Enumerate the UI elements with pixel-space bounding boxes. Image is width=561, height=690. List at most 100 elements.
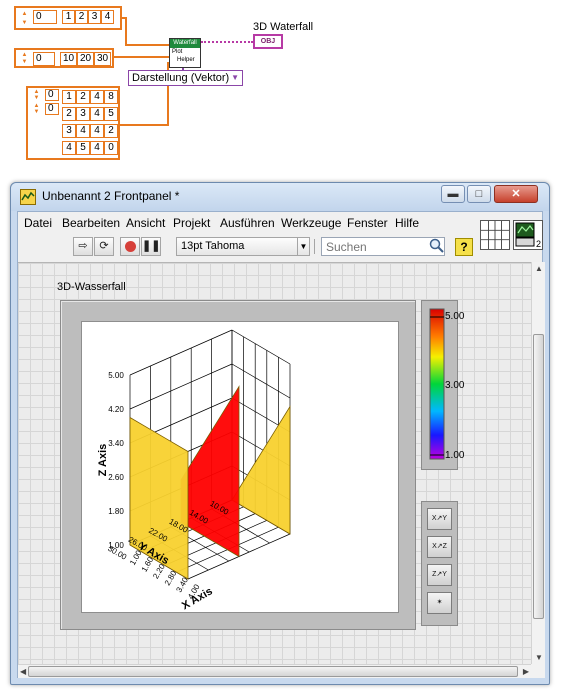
object-wire[interactable] [201, 41, 253, 43]
matrix-cell[interactable]: 0 [104, 141, 118, 155]
matrix-cell[interactable]: 2 [62, 107, 76, 121]
vertical-scrollbar[interactable]: ▲ ▼ [531, 262, 545, 664]
run-button[interactable]: ⇨ [73, 237, 93, 256]
window-title: Unbenannt 2 Frontpanel * [42, 189, 180, 203]
matrix-cell[interactable]: 4 [90, 124, 104, 138]
title-bar[interactable]: Unbenannt 2 Frontpanel * ▬ □ ✕ [11, 183, 549, 211]
matrix-cell[interactable]: 4 [90, 107, 104, 121]
vi-icon[interactable]: 2 [513, 220, 543, 250]
default-view-button[interactable]: ✶ [427, 592, 452, 614]
array-element[interactable]: 30 [94, 52, 111, 66]
plot-area[interactable]: 1.00 1.60 2.20 2.80 3.40 4.00 10.00 14.00 18.00 2… [81, 321, 399, 613]
array-index-spinner[interactable]: ▲ ▼ [30, 89, 43, 101]
matrix-cell[interactable]: 8 [104, 90, 118, 104]
context-help-button[interactable]: ? [455, 238, 473, 256]
dropdown-arrow-icon[interactable]: ▼ [231, 71, 239, 85]
scroll-down-icon[interactable]: ▼ [535, 653, 543, 662]
matrix-cell[interactable]: 5 [104, 107, 118, 121]
graph-label: 3D-Wasserfall [57, 281, 126, 293]
z-tick-label: 5.00 [108, 371, 124, 380]
array-element[interactable]: 4 [101, 10, 114, 24]
array-element[interactable]: 20 [77, 52, 94, 66]
menu-hilfe[interactable]: Hilfe [395, 216, 419, 230]
wire[interactable] [125, 44, 169, 46]
array-element[interactable]: 3 [88, 10, 101, 24]
array-index-value[interactable]: 0 [33, 10, 57, 24]
wire[interactable] [114, 56, 169, 58]
menu-ansicht[interactable]: Ansicht [126, 216, 165, 230]
menu-werkzeuge[interactable]: Werkzeuge [281, 216, 341, 230]
array-index-spinner[interactable]: ▲ ▼ [30, 103, 43, 115]
waterfall-plot[interactable]: 1.001.602.202.803.404.0010.0014.0018.002… [82, 322, 400, 614]
object-indicator-terminal[interactable]: OBJ [253, 34, 283, 49]
waterfall-graph-frame[interactable]: 1.00 1.60 2.20 2.80 3.40 4.00 10.00 14.00 18.00 2… [60, 300, 416, 630]
menu-projekt[interactable]: Projekt [173, 216, 210, 230]
maximize-button[interactable]: □ [467, 185, 491, 203]
scroll-right-icon[interactable]: ▶ [523, 667, 529, 676]
gridline [129, 329, 233, 376]
matrix-cell[interactable]: 5 [76, 141, 90, 155]
matrix-cell[interactable]: 2 [76, 90, 90, 104]
menu-bar: Datei Bearbeiten Ansicht Projekt Ausführ… [18, 212, 476, 234]
connector-count: 2 [535, 239, 541, 249]
array-element[interactable]: 10 [60, 52, 77, 66]
xy-plane-view-button[interactable]: X↗Y [427, 508, 452, 530]
help-icon: ? [460, 240, 468, 254]
matrix-cell[interactable]: 2 [104, 124, 118, 138]
matrix-cell[interactable]: 4 [90, 141, 104, 155]
array-column-index[interactable]: 0 [45, 103, 59, 115]
minimize-button[interactable]: ▬ [441, 185, 465, 203]
menu-bearbeiten[interactable]: Bearbeiten [62, 216, 120, 230]
connector-pane[interactable] [480, 220, 510, 250]
menu-datei[interactable]: Datei [24, 216, 52, 230]
menu-fenster[interactable]: Fenster [347, 216, 388, 230]
toolbar: ⇨ ⟳ ❚❚ 13pt Tahoma ▼ ? [18, 234, 476, 260]
ring-constant[interactable]: Darstellung (Vektor) ▼ [128, 70, 243, 86]
array-element[interactable]: 1 [62, 10, 75, 24]
pause-button[interactable]: ❚❚ [141, 237, 161, 256]
yz-plane-view-button[interactable]: Z↗Y [427, 564, 452, 586]
run-continuously-button[interactable]: ⟳ [94, 237, 114, 256]
matrix-cell[interactable]: 4 [62, 141, 76, 155]
stop-icon [124, 241, 136, 252]
front-panel[interactable]: 3D-Wasserfall 1.00 1.60 2.20 2.80 3.40 4.00 10… [18, 262, 531, 664]
matrix-cell[interactable]: 3 [76, 107, 90, 121]
array-constant-2d[interactable]: ▲ ▼ 0 ▲ ▼ 0 1 2 4 8 2 3 4 5 3 4 4 2 4 5 4 … [26, 86, 120, 160]
array-constant-2[interactable]: ▲ ▼ 0 10 20 30 [14, 48, 114, 68]
gridline [231, 329, 291, 365]
z-tick-label: 2.60 [108, 473, 124, 482]
graph-control-palette: X↗Y X↗Z Z↗Y ✶ [421, 501, 458, 626]
close-button[interactable]: ✕ [494, 185, 538, 203]
matrix-cell[interactable]: 4 [76, 124, 90, 138]
gridline [231, 363, 291, 399]
menu-ausfuehren[interactable]: Ausführen [220, 216, 275, 230]
color-scale-legend[interactable]: 5.00 3.00 1.00 [421, 300, 464, 470]
abort-button[interactable] [120, 237, 140, 256]
array-constant-1[interactable]: ▲ ▼ 0 1 2 3 4 [14, 6, 122, 30]
front-panel-window: Unbenannt 2 Frontpanel * ▬ □ ✕ Datei Bea… [10, 182, 550, 685]
search-input[interactable] [321, 237, 445, 256]
xz-plane-view-button[interactable]: X↗Z [427, 536, 452, 558]
array-index-value[interactable]: 0 [33, 52, 55, 66]
wire[interactable] [120, 124, 168, 126]
size-grip[interactable] [531, 664, 545, 678]
array-element[interactable]: 2 [75, 10, 88, 24]
waterfall-plot-helper-vi[interactable]: Waterfall Plot Helper [169, 38, 201, 68]
matrix-cell[interactable]: 4 [90, 90, 104, 104]
array-index-spinner[interactable]: ▲ ▼ [18, 52, 31, 66]
wire[interactable] [125, 17, 127, 45]
chevron-down-icon[interactable]: ▼ [297, 238, 309, 255]
waterfall-slice [231, 405, 291, 535]
font-selector[interactable]: 13pt Tahoma ▼ [176, 237, 310, 256]
horizontal-scroll-thumb[interactable] [28, 666, 518, 677]
indicator-label: 3D Waterfall [253, 21, 314, 33]
matrix-cell[interactable]: 1 [62, 90, 76, 104]
array-row-index[interactable]: 0 [45, 89, 59, 101]
scroll-up-icon[interactable]: ▲ [535, 264, 543, 273]
scroll-left-icon[interactable]: ◀ [20, 667, 26, 676]
matrix-cell[interactable]: 3 [62, 124, 76, 138]
search-icon[interactable] [429, 238, 445, 254]
vertical-scroll-thumb[interactable] [533, 334, 544, 619]
array-index-spinner[interactable]: ▲ ▼ [18, 10, 31, 28]
horizontal-scrollbar[interactable]: ◀ ▶ [18, 664, 531, 678]
